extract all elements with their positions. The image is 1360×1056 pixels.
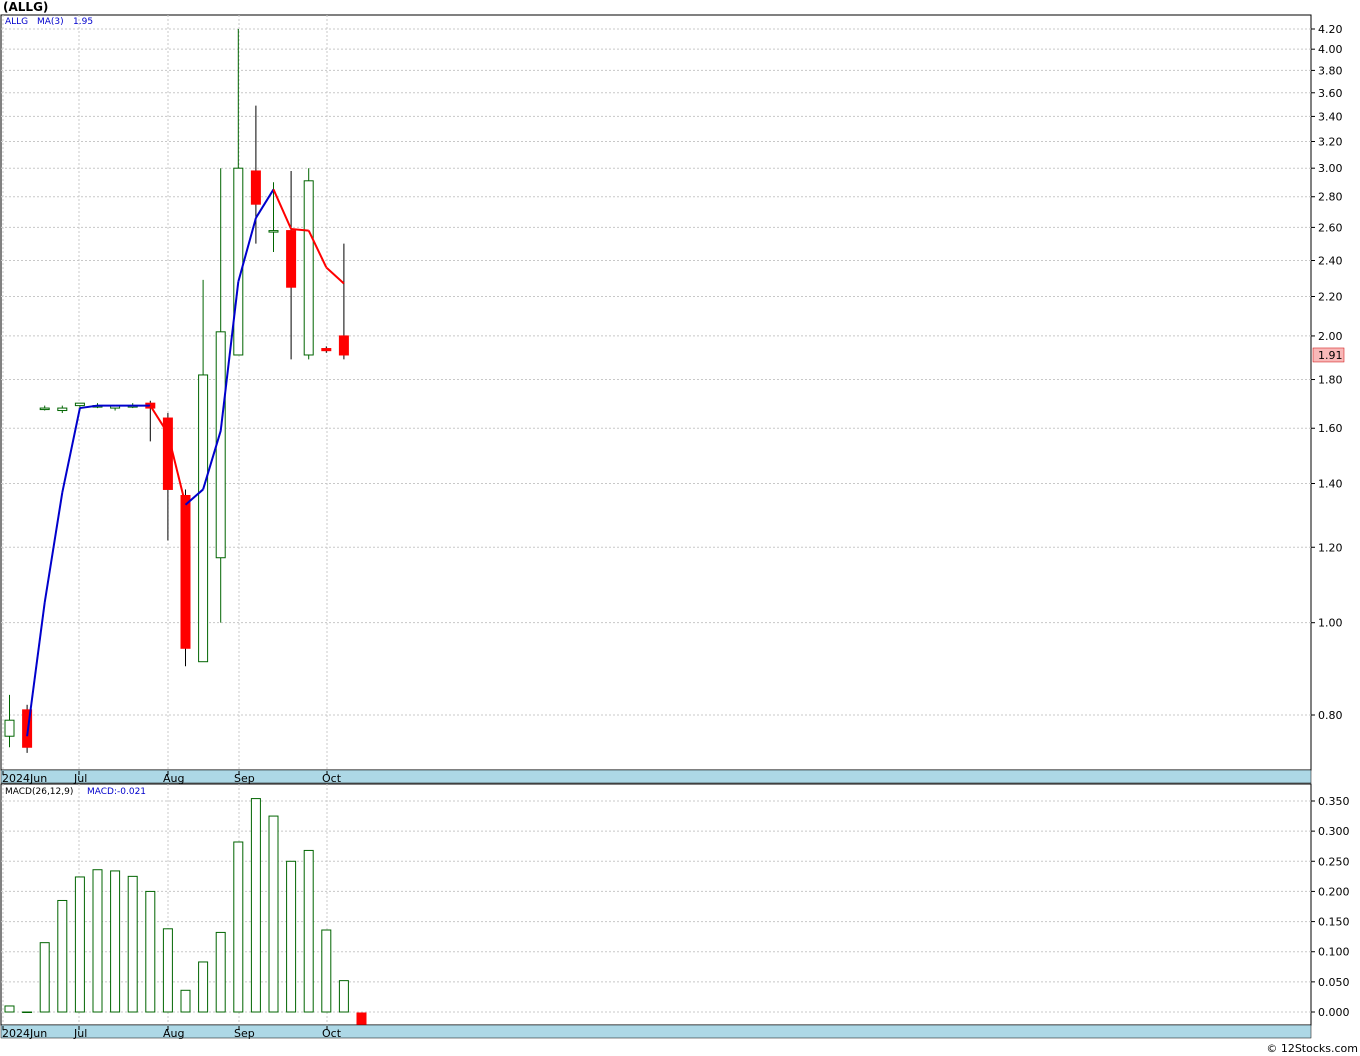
macd-tick-label: 0.000 [1318,1006,1350,1019]
macd-tick-label: 0.300 [1318,825,1350,838]
x-tick-label: Sep [234,1027,255,1040]
macd-tick-label: 0.150 [1318,916,1350,929]
candle-body [4,719,15,737]
x-tick-label: Jul [73,772,87,785]
macd-legend-value: MACD:-0.021 [87,787,146,797]
macd-bar [57,899,68,1013]
macd-tick-label: 0.100 [1318,946,1350,959]
candle-body [57,407,68,412]
price-tick-label: 1.20 [1318,541,1343,554]
candle-body [338,335,349,356]
last-price-tag: 1.91 [1312,347,1345,363]
macd-tick-label: 0.050 [1318,976,1350,989]
legend-ma-label: MA(3) [37,17,64,27]
macd-bar [74,876,85,1013]
macd-tick-label: 0.250 [1318,855,1350,868]
price-tick-label: 2.60 [1318,221,1343,234]
chart-canvas: 4.20 4.00 3.80 3.60 3.40 3.20 3.00 2.80 2.60 2.40… [0,14,1350,1040]
x-axis-band-bottom [0,1024,1312,1039]
price-tick-label: 4.00 [1318,43,1343,56]
x-tick-label: Jul [73,1027,87,1040]
price-tick-label: 1.00 [1318,617,1343,630]
legend-ma-value: 1.95 [73,17,93,27]
candle-body [286,230,297,288]
price-tick-label: 1.60 [1318,422,1343,435]
price-tick-label: 2.00 [1318,330,1343,343]
price-tick-label: 2.20 [1318,291,1343,304]
copyright-text: © 12Stocks.com [1266,1042,1358,1055]
price-tick-label: 3.20 [1318,135,1343,148]
price-tick-label: 4.20 [1318,23,1343,36]
candle-body [198,374,209,663]
price-y-axis: 4.20 4.00 3.80 3.60 3.40 3.20 3.00 2.80 2.60 2.40… [1311,23,1343,722]
macd-tick-label: 0.350 [1318,795,1350,808]
macd-bar [180,989,191,1013]
candle-body [233,167,244,356]
candle-body [268,230,279,233]
macd-bar [303,849,314,1013]
candle-body [321,348,332,352]
last-price-label: 1.91 [1318,349,1343,362]
x-axis-band-top [0,769,1312,784]
price-tick-label: 2.80 [1318,191,1343,204]
x-tick-label: Aug [163,772,184,785]
candle-body [250,170,261,205]
macd-bar [250,798,261,1013]
price-panel [0,14,1312,771]
x-tick-label: Oct [322,772,342,785]
macd-bar [162,928,173,1013]
candle-body [74,402,85,407]
price-tick-label: 0.80 [1318,709,1343,722]
candle-body [303,180,314,356]
legend-symbol: ALLG [5,17,28,27]
macd-bar [321,929,332,1013]
x-tick-label: Oct [322,1027,342,1040]
price-tick-label: 3.40 [1318,110,1343,123]
x-tick-label: Sep [234,772,255,785]
x-tick-label: 2024Jun [2,1027,47,1040]
macd-bar [127,875,138,1013]
macd-bar [268,815,279,1013]
candle-body [39,407,50,411]
macd-bar [92,869,103,1013]
macd-bar [198,961,209,1013]
price-tick-label: 3.00 [1318,162,1343,175]
macd-bar [286,860,297,1013]
macd-bar [338,980,349,1013]
macd-bar [233,841,244,1013]
macd-bar [215,931,226,1013]
macd-panel [0,783,1312,1026]
macd-bar [4,1005,15,1013]
macd-y-axis: 0.350 0.300 0.250 0.200 0.150 0.100 0.050 0.000 [1311,795,1350,1019]
macd-bar [39,942,50,1013]
price-tick-label: 2.40 [1318,255,1343,268]
macd-tick-label: 0.200 [1318,885,1350,898]
x-tick-label: 2024Jun [2,772,47,785]
macd-legend-label: MACD(26,12,9) [5,787,73,797]
price-tick-label: 3.60 [1318,87,1343,100]
price-tick-label: 3.80 [1318,64,1343,77]
x-tick-label: Aug [163,1027,184,1040]
candle-body [180,494,191,649]
macd-bar [110,870,121,1013]
price-tick-label: 1.40 [1318,477,1343,490]
macd-bar [22,1011,33,1013]
price-tick-label: 1.80 [1318,374,1343,387]
macd-bar [145,890,156,1013]
